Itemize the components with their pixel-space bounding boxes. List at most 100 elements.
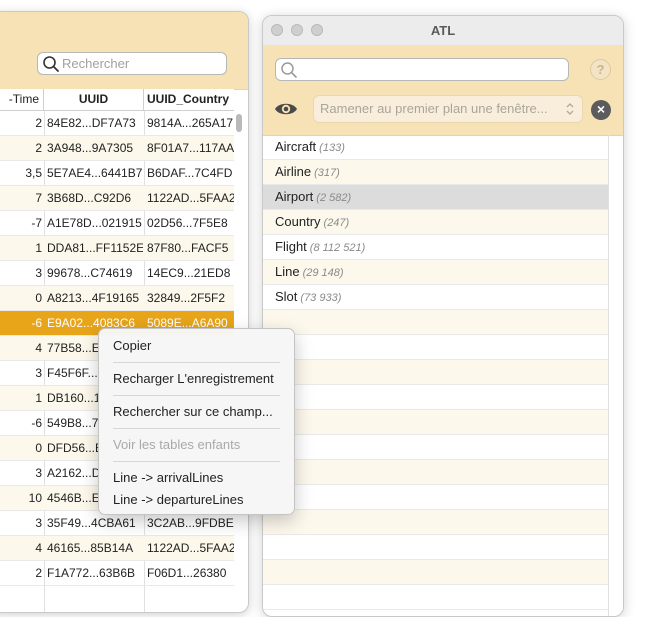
cell-uuid: 3B68D...C92D6 — [47, 191, 132, 205]
help-button[interactable]: ? — [590, 59, 611, 80]
table-list-item[interactable]: Country (247) — [263, 210, 608, 235]
cell-uuid: 99678...C74619 — [47, 266, 133, 280]
table-name: Airline — [275, 164, 312, 179]
tables-toolbar: ? Ramener au premier plan une fenêtre...… — [263, 45, 623, 136]
cell-time: 0 — [35, 291, 42, 305]
table-count: (29 148) — [302, 267, 344, 279]
cell-time: -7 — [31, 216, 42, 230]
cell-uuid: 3A948...9A7305 — [47, 141, 134, 155]
chevron-updown-icon — [566, 102, 574, 119]
table-list-item[interactable]: Airport (2 582) — [263, 185, 608, 210]
table-row[interactable]: 7 3B68D...C92D6 1122AD...5FAA2 — [0, 186, 234, 211]
menu-item-departure-lines[interactable]: Line -> departureLines — [113, 492, 243, 507]
table-name: Country — [275, 214, 321, 229]
cell-time: 3,5 — [25, 166, 42, 180]
menu-item-child-tables: Voir les tables enfants — [113, 437, 241, 452]
empty-row — [263, 435, 608, 460]
cell-time: 0 — [35, 441, 42, 455]
cell-uuid-country: B6DAF...7C4FD — [147, 166, 233, 180]
empty-row — [263, 360, 608, 385]
cell-uuid-country: 8F01A7...117AA — [147, 141, 234, 155]
cell-uuid: A1E78D...021915 — [47, 216, 142, 230]
table-name: Slot — [275, 289, 298, 304]
title-bar[interactable]: ATL — [263, 16, 623, 46]
tables-window: ATL ? Ramener au premier plan une fenêtr… — [262, 15, 624, 617]
column-header-uuid[interactable]: UUID — [44, 89, 144, 110]
menu-item-arrival-lines[interactable]: Line -> arrivalLines — [113, 470, 223, 485]
table-list-item[interactable]: Line (29 148) — [263, 260, 608, 285]
cell-time: 7 — [35, 191, 42, 205]
empty-row — [263, 385, 608, 410]
cell-uuid-country: 32849...2F5F2 — [147, 291, 226, 305]
cell-time: 1 — [35, 241, 42, 255]
grid-header: -Time UUID UUID_Country — [0, 89, 234, 111]
cell-time: 2 — [35, 566, 42, 580]
cell-time: 4 — [35, 541, 42, 555]
cell-time: -6 — [31, 416, 42, 430]
empty-row — [263, 335, 608, 360]
empty-row — [263, 460, 608, 485]
records-search-field[interactable] — [37, 52, 227, 75]
table-row[interactable]: 2 F1A772...63B6B F06D1...26380 — [0, 561, 234, 586]
help-icon: ? — [596, 62, 605, 77]
cell-uuid: 5E7AE4...6441B7 — [47, 166, 143, 180]
cell-uuid-country: 02D56...7F5E8 — [147, 216, 228, 230]
cell-time: 3 — [35, 516, 42, 530]
cell-uuid-country: 87F80...FACF5 — [147, 241, 229, 255]
table-row[interactable]: -7 A1E78D...021915 02D56...7F5E8 — [0, 211, 234, 236]
table-count: (2 582) — [316, 192, 352, 204]
menu-item-reload-record[interactable]: Recharger L'enregistrement — [113, 371, 274, 386]
table-name: Line — [275, 264, 300, 279]
bring-to-front-select[interactable]: Ramener au premier plan une fenêtre... — [313, 95, 583, 123]
cell-uuid-country: 1122AD...5FAA2 — [147, 191, 234, 205]
empty-row — [263, 310, 608, 335]
table-list-item[interactable]: Airline (317) — [263, 160, 608, 185]
empty-row — [263, 410, 608, 435]
tables-search-input[interactable] — [302, 61, 562, 78]
cell-time: 4 — [35, 341, 42, 355]
table-row[interactable]: 2 84E82...DF7A73 9814A...265A17 — [0, 111, 234, 136]
cell-uuid: 84E82...DF7A73 — [47, 116, 136, 130]
cell-uuid-country: 14EC9...21ED8 — [147, 266, 231, 280]
cell-time: 3 — [35, 266, 42, 280]
context-menu: Copier Recharger L'enregistrement Recher… — [98, 328, 295, 515]
empty-row — [263, 485, 608, 510]
table-count: (247) — [323, 217, 350, 229]
table-list-item[interactable]: Slot (73 933) — [263, 285, 608, 310]
table-row[interactable]: 3 99678...C74619 14EC9...21ED8 — [0, 261, 234, 286]
cell-time: 2 — [35, 116, 42, 130]
table-count: (133) — [319, 142, 345, 154]
list-divider — [608, 135, 609, 616]
cell-uuid-country: 9814A...265A17 — [147, 116, 234, 130]
records-toolbar — [0, 12, 248, 90]
empty-row — [263, 510, 608, 535]
cell-uuid: 46165...85B14A — [47, 541, 134, 555]
table-count: (317) — [314, 167, 340, 179]
column-header-uuid-country[interactable]: UUID_Country — [144, 89, 234, 110]
menu-item-search-field[interactable]: Rechercher sur ce champ... — [113, 404, 273, 419]
table-row[interactable]: 1 DDA81...FF1152E 87F80...FACF5 — [0, 236, 234, 261]
records-window: -Time UUID UUID_Country 2 84E82...DF7A73 9… — [0, 11, 249, 613]
close-icon[interactable]: × — [591, 100, 611, 120]
table-list-item[interactable]: Aircraft (133) — [263, 135, 608, 160]
column-header-time[interactable]: -Time — [0, 89, 44, 110]
table-name: Aircraft — [275, 139, 317, 154]
cell-uuid: DDA81...FF1152E — [47, 241, 143, 255]
table-list-item[interactable]: Flight (8 112 521) — [263, 235, 608, 260]
table-row[interactable]: 0 A8213...4F19165 32849...2F5F2 — [0, 286, 234, 311]
search-icon — [280, 61, 298, 82]
search-icon — [42, 55, 60, 76]
menu-separator — [113, 428, 280, 429]
tables-search-field[interactable] — [275, 58, 569, 81]
table-row[interactable]: 4 46165...85B14A 1122AD...5FAA2 — [0, 536, 234, 561]
table-row[interactable]: 2 3A948...9A7305 8F01A7...117AA — [0, 136, 234, 161]
records-search-input[interactable] — [62, 55, 222, 72]
eye-icon[interactable] — [274, 100, 298, 121]
empty-row — [263, 560, 608, 585]
menu-item-copy[interactable]: Copier — [113, 338, 151, 353]
cell-uuid-country: F06D1...26380 — [147, 566, 227, 580]
window-title: ATL — [430, 23, 456, 38]
records-scrollbar[interactable] — [236, 114, 242, 132]
table-row[interactable]: 3,5 5E7AE4...6441B7 B6DAF...7C4FD — [0, 161, 234, 186]
cell-uuid: A8213...4F19165 — [47, 291, 140, 305]
